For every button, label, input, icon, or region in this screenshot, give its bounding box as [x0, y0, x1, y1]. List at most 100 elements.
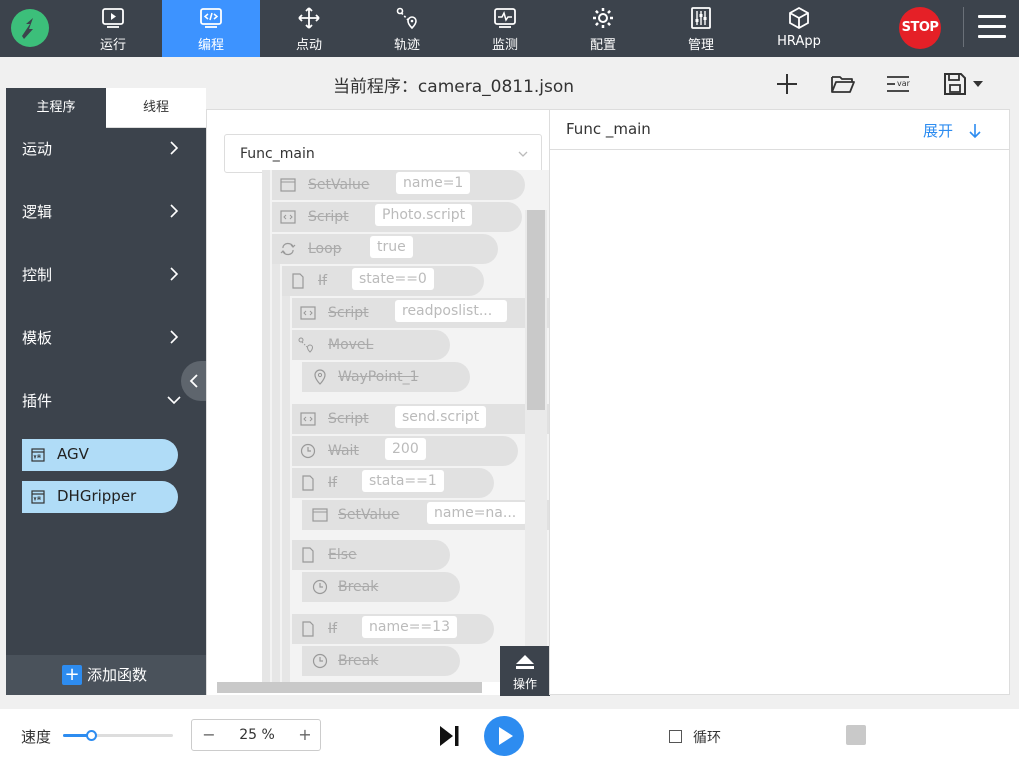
monitor-icon [494, 8, 516, 28]
function-detail-header: Func _main 展开 [550, 110, 1009, 150]
program-tree-panel: Func_main SetValue name=1 Script Photo.s… [206, 109, 550, 696]
tree-guide [272, 252, 280, 682]
tree-horizontal-scrollbar[interactable] [217, 682, 482, 693]
tree-node-name: MoveL [328, 337, 374, 353]
plus-icon: + [62, 665, 82, 685]
script-icon [300, 412, 316, 426]
variable-list-icon[interactable]: var [885, 71, 911, 97]
tree-node-name: If [318, 273, 328, 289]
nav-hrapp-label: HRApp [777, 34, 821, 49]
chevron-down-icon [518, 151, 528, 157]
nav-run-label: 运行 [99, 38, 126, 53]
movel-icon [298, 337, 314, 353]
clock-icon [312, 579, 328, 595]
bottom-control-bar: 速度 − 25 % + 循环 [0, 709, 1019, 761]
function-select-value: Func_main [240, 146, 315, 162]
new-file-plus-icon[interactable] [774, 71, 800, 97]
manage-icon [691, 7, 711, 29]
operation-label: 操作 [512, 677, 537, 691]
nav-trajectory-label: 轨迹 [393, 38, 420, 53]
tree-vertical-scrollbar[interactable] [525, 210, 547, 680]
tree-node-param: readposlist... [395, 300, 507, 322]
category-logic[interactable]: 逻辑 [6, 191, 206, 231]
expand-button[interactable]: 展开 [923, 120, 953, 141]
tree-node-name: Wait [328, 443, 359, 459]
arrow-down-icon[interactable] [968, 123, 982, 139]
play-icon [102, 8, 124, 28]
nav-run[interactable]: 运行 [64, 0, 162, 57]
open-folder-icon[interactable] [830, 71, 856, 97]
play-button[interactable] [484, 716, 524, 756]
speed-slider-handle[interactable] [86, 730, 97, 741]
loop-label: 循环 [693, 730, 721, 746]
plugin-agv[interactable]: AGV [22, 439, 178, 471]
file-icon [302, 621, 314, 637]
tree-node-param: true [370, 236, 413, 258]
step-next-icon[interactable] [436, 723, 462, 749]
category-plugin-label: 插件 [22, 392, 53, 410]
config-gear-icon [593, 8, 613, 28]
category-template[interactable]: 模板 [6, 317, 206, 357]
category-motion[interactable]: 运动 [6, 128, 206, 168]
tree-node-param: Photo.script [375, 204, 473, 226]
stop-button[interactable] [846, 725, 866, 745]
tree-node-break[interactable]: Break [302, 572, 460, 602]
function-select[interactable]: Func_main [224, 134, 542, 173]
speed-decrease-button[interactable]: − [194, 724, 224, 746]
chevron-right-icon [170, 330, 179, 344]
nav-monitor[interactable]: 监测 [456, 0, 554, 57]
tree-node-name: Script [328, 411, 369, 427]
save-dropdown-caret-icon[interactable] [970, 71, 986, 97]
nav-config[interactable]: 配置 [554, 0, 652, 57]
nav-jog[interactable]: 点动 [260, 0, 358, 57]
file-icon [292, 273, 304, 289]
emergency-stop-button[interactable]: STOP [899, 7, 941, 49]
tree-node-waypoint[interactable]: WayPoint_1 [302, 362, 470, 392]
category-control[interactable]: 控制 [6, 254, 206, 294]
function-detail-panel: Func _main 展开 [549, 109, 1010, 695]
tab-main-program[interactable]: 主程序 [6, 88, 106, 128]
nav-hrapp[interactable]: HRApp [750, 0, 848, 57]
add-function-button[interactable]: + 添加函数 [6, 655, 206, 695]
loop-checkbox[interactable] [669, 730, 682, 743]
tree-node-break[interactable]: Break [302, 646, 460, 676]
category-plugin[interactable]: 插件 [6, 380, 206, 420]
left-command-panel: 主程序 线程 运动 逻辑 控制 模板 插件 AGV DHGripper + 添加… [6, 88, 206, 695]
var-icon [280, 178, 296, 192]
hamburger-menu-icon[interactable] [978, 14, 1006, 40]
tree-guide [282, 282, 290, 682]
plugin-dhgripper[interactable]: DHGripper [22, 481, 178, 513]
plugin-agv-label: AGV [57, 445, 89, 463]
tab-thread[interactable]: 线程 [106, 88, 206, 128]
category-control-label: 控制 [22, 266, 53, 284]
tree-node-movel[interactable]: MoveL [292, 330, 450, 360]
script-icon [280, 210, 296, 224]
var-icon [31, 448, 45, 462]
eject-icon [516, 655, 534, 669]
speed-value[interactable]: 25 % [232, 727, 282, 743]
nav-manage[interactable]: 管理 [652, 0, 750, 57]
nav-program[interactable]: 编程 [162, 0, 260, 57]
speed-increase-button[interactable]: + [290, 724, 320, 746]
tree-node-name: SetValue [308, 177, 370, 193]
tree-node-param: state==0 [352, 268, 434, 290]
clock-icon [300, 443, 316, 459]
play-icon [499, 727, 513, 745]
speed-stepper: − 25 % + [191, 719, 321, 751]
tree-guide [262, 170, 270, 682]
var-icon [312, 508, 328, 522]
tree-node-param: name==13 [362, 616, 457, 638]
chevron-down-icon [167, 396, 181, 405]
nav-trajectory[interactable]: 轨迹 [358, 0, 456, 57]
file-icon [302, 547, 314, 563]
top-nav-bar: 运行 编程 点动 轨迹 监测 配置 管理 HRApp STOP [0, 0, 1019, 57]
scrollbar-thumb[interactable] [527, 210, 545, 410]
save-icon[interactable] [942, 71, 968, 97]
tree-node-param: send.script [395, 406, 487, 428]
nav-config-label: 配置 [589, 38, 616, 53]
script-icon [300, 306, 316, 320]
tree-node-else[interactable]: Else [292, 540, 450, 570]
tree-node-param: name=1 [396, 172, 471, 194]
nav-divider [963, 7, 964, 47]
operation-button[interactable]: 操作 [500, 646, 550, 696]
